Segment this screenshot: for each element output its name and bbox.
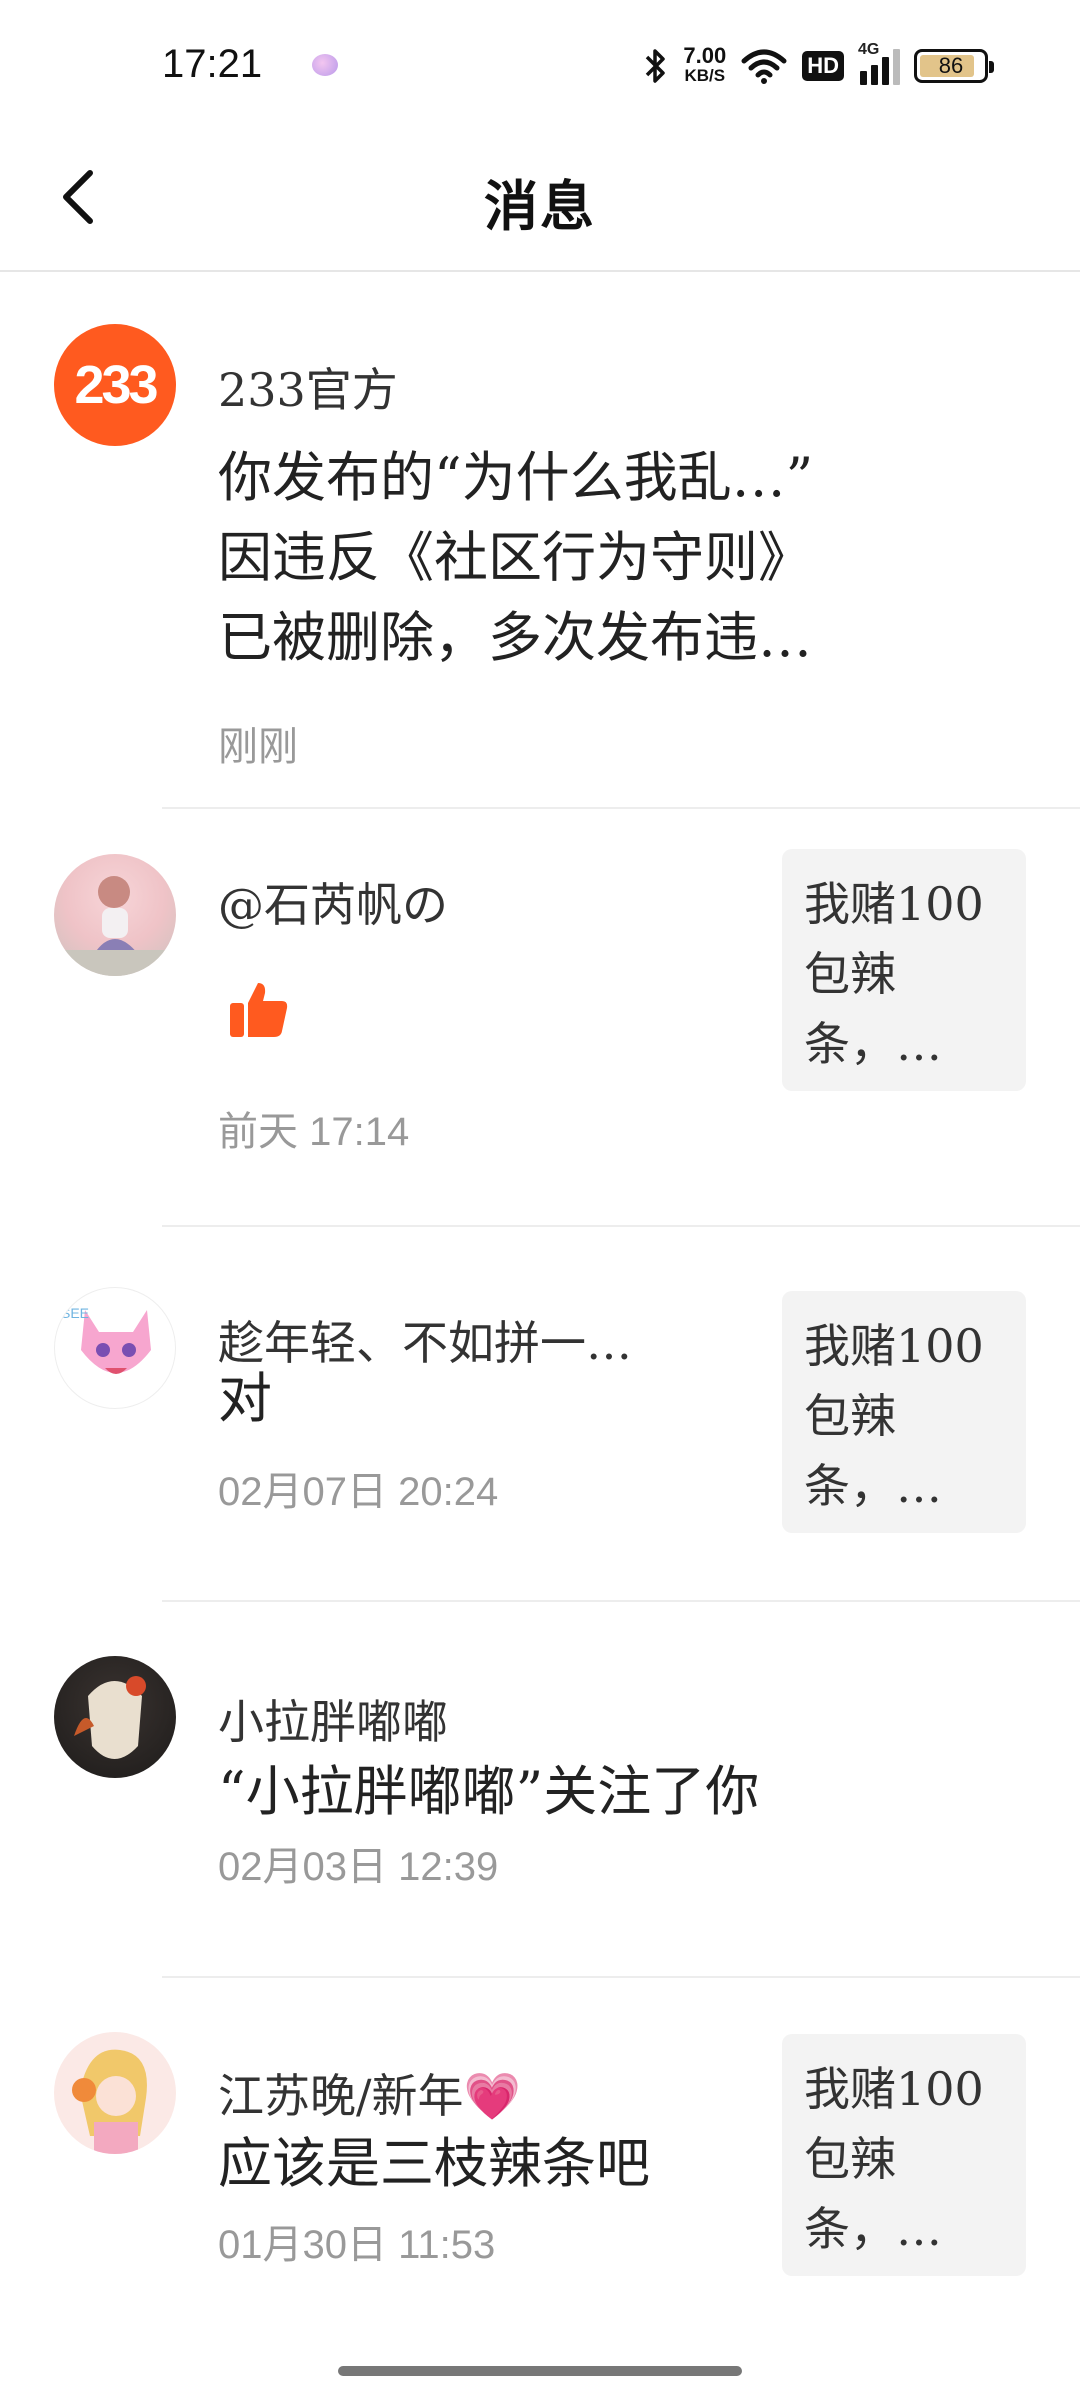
referenced-comment[interactable]: 我赌100包辣条，… (782, 849, 1026, 1091)
message-time: 刚刚 (218, 724, 298, 770)
network-type: 4G (858, 41, 880, 58)
cellular-signal-icon: 4G (858, 41, 900, 85)
message-time: 02月03日 12:39 (218, 1845, 499, 1889)
network-speed-unit: KB/S (684, 66, 726, 85)
avatar[interactable]: 233 (54, 324, 176, 446)
message-item[interactable]: @石芮帆の 前天 17:14 我赌100包辣条，… (0, 809, 1080, 1227)
content-line: 你发布的“为什么我乱…” (218, 446, 814, 509)
message-item[interactable]: SEE 趁年轻、不如拼一… 对 02月07日 20:24 我赌100包辣条，… (0, 1227, 1080, 1602)
status-time: 17:21 (162, 42, 263, 86)
sender-name: 江苏晚/新年💗 (218, 2069, 521, 2123)
home-indicator[interactable] (338, 2366, 742, 2376)
svg-text:SEE: SEE (61, 1305, 89, 1321)
message-item[interactable]: 小拉胖嘟嘟 “小拉胖嘟嘟”关注了你 02月03日 12:39 (0, 1602, 1080, 1978)
network-speed-value: 7.00 (683, 43, 727, 68)
wifi-icon (741, 49, 787, 84)
sender-name: 小拉胖嘟嘟 (218, 1695, 448, 1749)
app-notification-icon (312, 54, 338, 76)
message-time: 01月30日 11:53 (218, 2223, 496, 2267)
message-list: 233 233官方 你发布的“为什么我乱…” 因违反《社区行为守则》 已被删除，… (0, 272, 1080, 2378)
message-item[interactable]: 233 233官方 你发布的“为什么我乱…” 因违反《社区行为守则》 已被删除，… (0, 272, 1080, 809)
referenced-comment[interactable]: 我赌100包辣条，… (782, 2034, 1026, 2276)
avatar-illustration (74, 1676, 146, 1759)
message-item[interactable]: 江苏晚/新年💗 应该是三枝辣条吧 01月30日 11:53 我赌100包辣条，… (0, 1978, 1080, 2378)
sender-name: 233官方 (218, 363, 398, 417)
referenced-comment[interactable]: 我赌100包辣条，… (782, 1291, 1026, 1533)
content-line: 因违反《社区行为守则》 (218, 526, 812, 589)
avatar-illustration: SEE (61, 1305, 151, 1374)
message-content: 应该是三枝辣条吧 (218, 2132, 650, 2195)
avatar-illustration (72, 2049, 147, 2154)
header: 消息 (0, 120, 1080, 272)
avatar[interactable] (54, 854, 176, 976)
status-bar: 17:21 7.00 KB/S HD 4G 86 (0, 0, 1080, 120)
network-speed: 7.00 KB/S (683, 43, 727, 86)
status-icons: 7.00 KB/S HD 4G 86 (643, 41, 994, 88)
battery-icon: 86 (914, 49, 994, 83)
page-title: 消息 (484, 174, 596, 238)
message-content: “小拉胖嘟嘟”关注了你 (218, 1760, 760, 1823)
message-time: 02月07日 20:24 (218, 1470, 499, 1514)
avatar[interactable] (54, 2032, 176, 2154)
avatar-logo-text: 233 (74, 355, 158, 415)
message-content: 你发布的“为什么我乱…” 因违反《社区行为守则》 已被删除，多次发布违… (218, 438, 813, 678)
sender-name: @石芮帆の (218, 878, 448, 932)
content-line: 已被删除，多次发布违… (218, 606, 812, 669)
avatar[interactable]: SEE (54, 1287, 176, 1409)
thumbs-up-icon (230, 983, 288, 1037)
avatar-illustration (54, 876, 176, 976)
battery-level: 86 (938, 53, 964, 78)
avatar[interactable] (54, 1656, 176, 1778)
hd-badge: HD (802, 51, 844, 81)
message-content: 对 (218, 1367, 272, 1430)
sender-name: 趁年轻、不如拼一… (218, 1316, 632, 1370)
bluetooth-icon (646, 49, 666, 83)
message-time: 前天 17:14 (218, 1110, 410, 1154)
